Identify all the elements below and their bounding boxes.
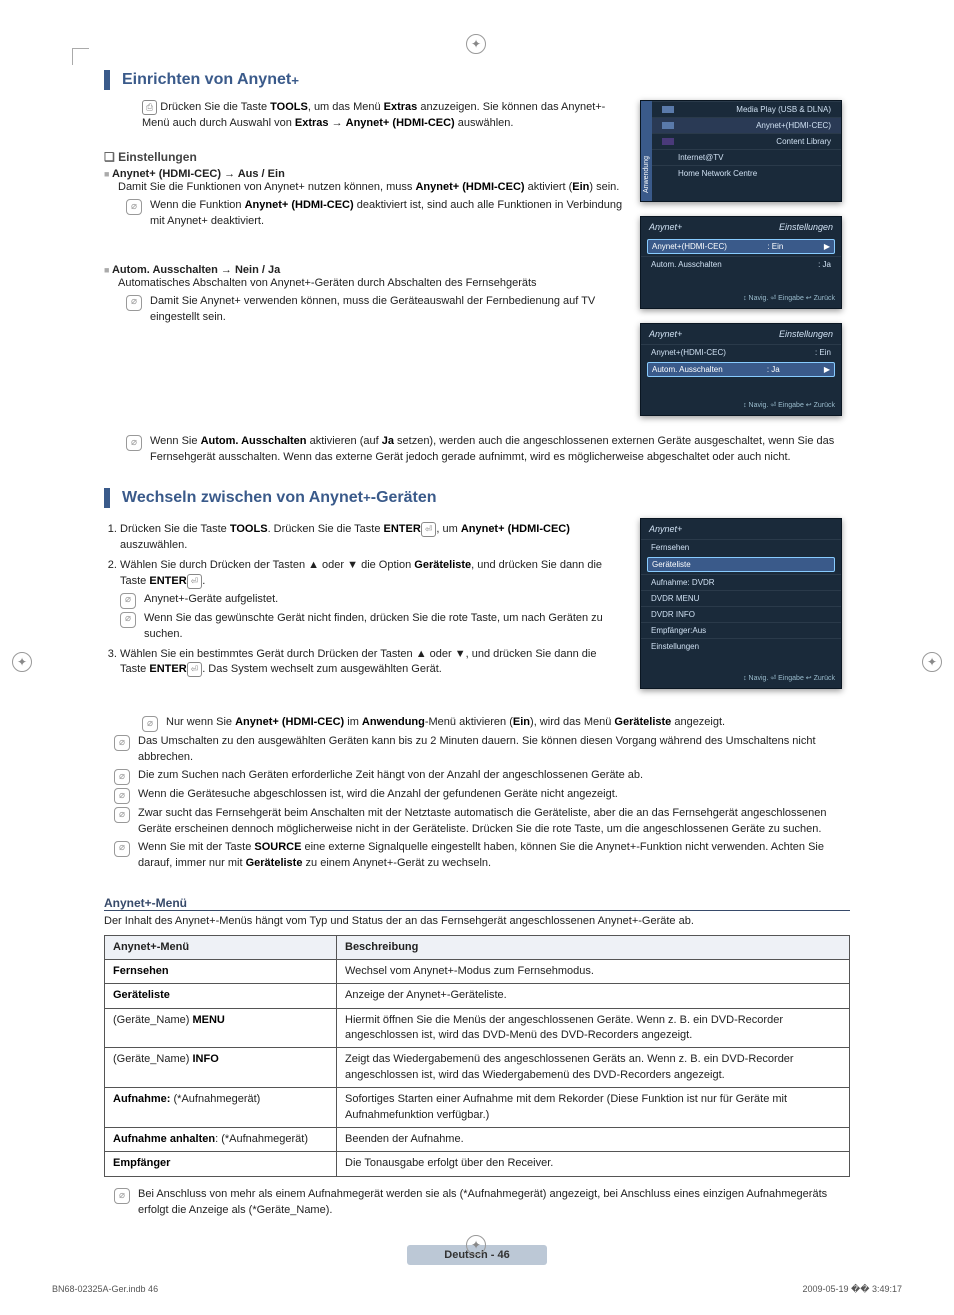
note-icon: ⌀ bbox=[120, 593, 136, 609]
note-line: ⌀ Wenn die Funktion Anynet+ (HDMI-CEC) d… bbox=[126, 198, 624, 230]
note-icon: ⌀ bbox=[114, 788, 130, 804]
anynet-menu-table: Anynet+-MenüBeschreibung FernsehenWechse… bbox=[104, 935, 850, 1177]
subhead-anynet-menu: Anynet+-Menü bbox=[104, 896, 850, 911]
note-line: ⌀Bei Anschluss von mehr als einem Aufnah… bbox=[114, 1187, 850, 1219]
section-title-setup: Einrichten von Anynet+ bbox=[104, 70, 850, 90]
tools-icon: ⎙ bbox=[142, 100, 157, 115]
note-icon: ⌀ bbox=[126, 295, 142, 311]
enter-icon: ⏎ bbox=[187, 662, 203, 677]
note-line: ⌀Die zum Suchen nach Geräten erforderlic… bbox=[114, 768, 850, 785]
note-icon: ⌀ bbox=[114, 841, 130, 857]
note-icon: ⌀ bbox=[120, 612, 136, 628]
enter-icon: ⏎ bbox=[421, 522, 437, 537]
crop-mark-icon: ✦ bbox=[466, 34, 486, 54]
crop-mark-icon: ✦ bbox=[466, 1235, 486, 1255]
note-line: ⌀ Nur wenn Sie Anynet+ (HDMI-CEC) im Anw… bbox=[142, 715, 850, 732]
item-auto-off-body: Automatisches Abschalten von Anynet+-Ger… bbox=[118, 276, 624, 292]
screenshot-settings-2: Anynet+Einstellungen Anynet+(HDMI-CEC): … bbox=[640, 323, 842, 416]
note-line: ⌀Das Umschalten zu den ausgewählten Gerä… bbox=[114, 734, 850, 766]
note-line: ⌀ Wenn Sie Autom. Ausschalten aktivieren… bbox=[126, 434, 850, 466]
crop-mark-icon: ✦ bbox=[12, 652, 32, 672]
item-hdmi-cec: Anynet+ (HDMI-CEC) → Aus / Ein bbox=[104, 168, 624, 180]
screenshot-app-menu: Anwendung Media Play (USB & DLNA) Anynet… bbox=[640, 100, 842, 202]
note-line: ⌀Zwar sucht das Fernsehgerät beim Anscha… bbox=[114, 806, 850, 838]
note-line: ⌀ Wenn Sie mit der Taste SOURCE eine ext… bbox=[114, 840, 850, 872]
section-title-switch: Wechseln zwischen von Anynet+-Geräten bbox=[104, 488, 850, 508]
menu-desc: Der Inhalt des Anynet+-Menüs hängt vom T… bbox=[104, 915, 850, 927]
subhead-settings: Einstellungen bbox=[104, 150, 624, 164]
note-icon: ⌀ bbox=[142, 716, 158, 732]
steps-list: Drücken Sie die Taste TOOLS. Drücken Sie… bbox=[120, 522, 624, 679]
note-line: ⌀Wenn die Gerätesuche abgeschlossen ist,… bbox=[114, 787, 850, 804]
enter-icon: ⏎ bbox=[187, 574, 203, 589]
print-footer: BN68-02325A-Ger.indb 462009-05-19 �� 3:4… bbox=[52, 1284, 902, 1295]
item-hdmi-cec-body: Damit Sie die Funktionen von Anynet+ nut… bbox=[118, 180, 624, 196]
item-auto-off: Autom. Ausschalten → Nein / Ja bbox=[104, 264, 624, 276]
note-icon: ⌀ bbox=[114, 735, 130, 751]
note-icon: ⌀ bbox=[126, 435, 142, 451]
corner-mark bbox=[72, 48, 89, 65]
note-icon: ⌀ bbox=[114, 769, 130, 785]
note-line: ⌀Damit Sie Anynet+ verwenden können, mus… bbox=[126, 294, 624, 326]
note-icon: ⌀ bbox=[114, 807, 130, 823]
screenshot-settings-1: Anynet+Einstellungen Anynet+(HDMI-CEC): … bbox=[640, 216, 842, 309]
crop-mark-icon: ✦ bbox=[922, 652, 942, 672]
screenshot-device-list: Anynet+ Fernsehen Geräteliste Aufnahme: … bbox=[640, 518, 842, 689]
intro-paragraph: ⎙ Drücken Sie die Taste TOOLS, um das Me… bbox=[142, 100, 624, 132]
note-icon: ⌀ bbox=[126, 199, 142, 215]
note-icon: ⌀ bbox=[114, 1188, 130, 1204]
